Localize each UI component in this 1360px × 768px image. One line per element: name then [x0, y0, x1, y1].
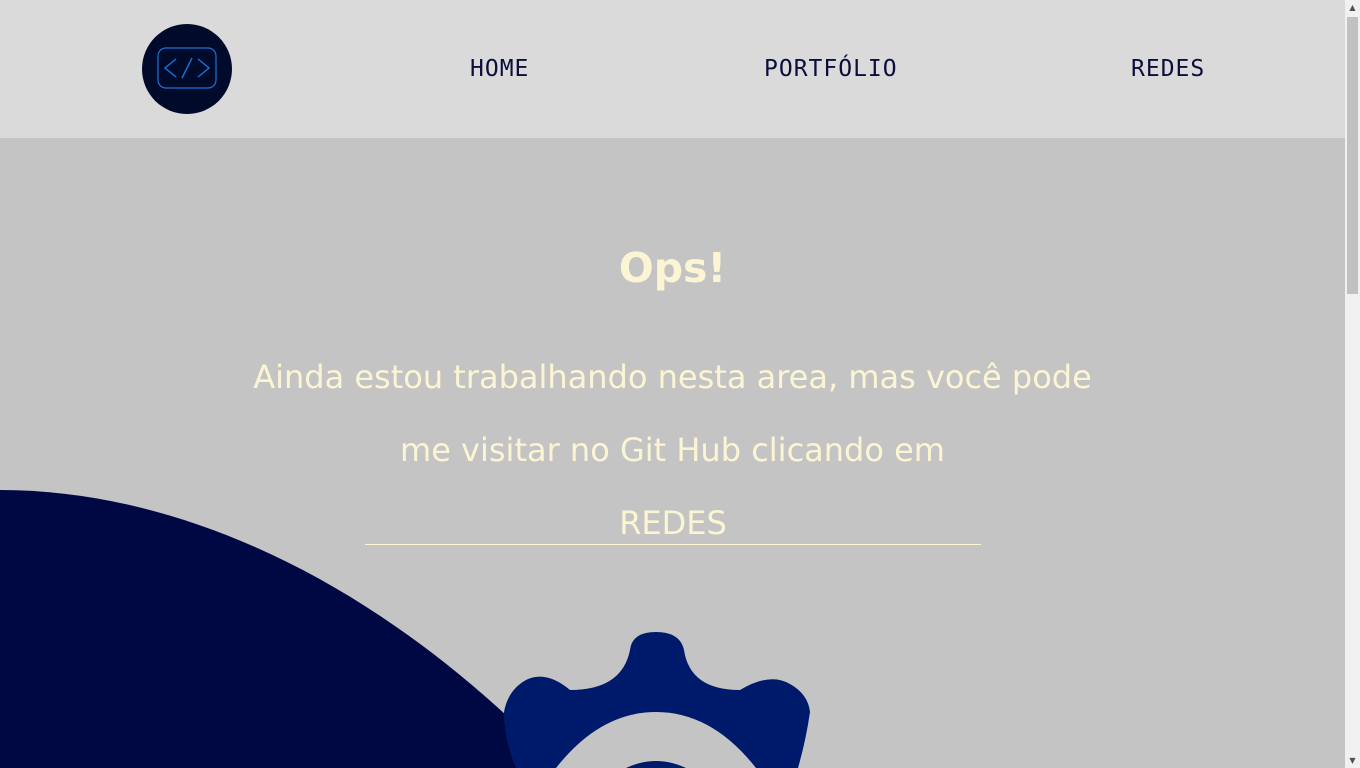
- message-line-1: Ainda estou trabalhando nesta area, mas …: [253, 358, 1092, 396]
- nav-portfolio-link[interactable]: PORTFÓLIO: [764, 54, 898, 84]
- page-title: Ops!: [618, 244, 727, 292]
- scrollbar-thumb[interactable]: [1347, 17, 1358, 294]
- nav-redes-link[interactable]: REDES: [1131, 54, 1205, 84]
- viewport: HOME PORTFÓLIO REDES Ops! Ainda estou tr…: [0, 0, 1345, 768]
- logo[interactable]: [142, 24, 232, 114]
- redes-cta-link[interactable]: REDES: [365, 502, 981, 545]
- vertical-scrollbar[interactable]: ▲ ▼: [1345, 0, 1360, 768]
- scroll-down-arrow-icon[interactable]: ▼: [1345, 753, 1360, 768]
- message-line-2: me visitar no Git Hub clicando em: [400, 431, 945, 469]
- code-brackets-icon: [157, 47, 217, 89]
- nav-home-link[interactable]: HOME: [470, 54, 529, 84]
- page: HOME PORTFÓLIO REDES Ops! Ainda estou tr…: [0, 0, 1360, 768]
- site-header: HOME PORTFÓLIO REDES: [0, 0, 1345, 138]
- scroll-up-arrow-icon[interactable]: ▲: [1345, 0, 1360, 15]
